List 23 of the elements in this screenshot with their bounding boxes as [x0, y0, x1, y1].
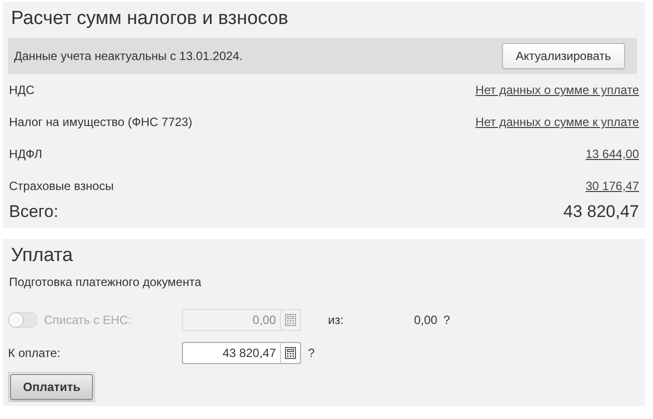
section-title: Уплата [11, 245, 74, 267]
tax-label: Налог на имущество (ФНС 7723) [9, 115, 192, 129]
pay-button[interactable]: Оплатить [10, 374, 94, 400]
amount-link[interactable]: 13 644,00 [586, 147, 639, 161]
total-value: 43 820,47 [563, 202, 639, 222]
amount-link[interactable]: Нет данных о сумме к уплате [475, 83, 639, 97]
tax-label: НДС [9, 83, 34, 97]
amount-link[interactable]: Нет данных о сумме к уплате [475, 115, 639, 129]
amount-field[interactable]: 43 820,47 [182, 342, 280, 364]
update-button[interactable]: Актуализировать [502, 43, 625, 69]
notice-text: Данные учета неактуальны с 13.01.2024. [14, 49, 243, 63]
ens-label: Списать с ЕНС: [44, 312, 132, 326]
calculator-icon[interactable] [285, 346, 296, 358]
amount-link[interactable]: 30 176,47 [586, 179, 639, 193]
total-label: Всего: [9, 202, 58, 222]
tax-label: Страховые взносы [9, 179, 114, 193]
help-link[interactable]: ? [308, 346, 315, 360]
balance-value: 0,00 [414, 312, 438, 326]
subtitle: Подготовка платежного документа [9, 275, 202, 289]
tax-label: НДФЛ [9, 147, 42, 161]
to-pay-label: К оплате: [8, 346, 62, 360]
of-label: из: [328, 312, 345, 326]
section-title: Расчет сумм налогов и взносов [11, 8, 290, 30]
